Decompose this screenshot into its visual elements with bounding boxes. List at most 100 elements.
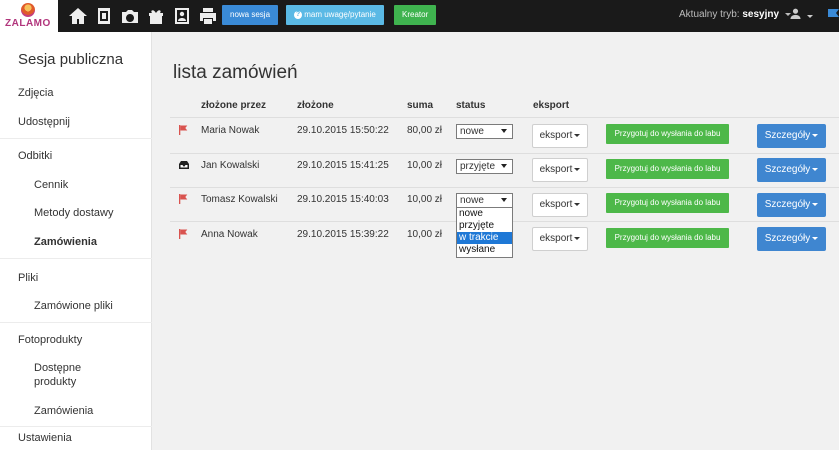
mode-value: sesyjny — [742, 9, 780, 20]
chevron-down-icon — [574, 167, 581, 171]
order-date: 29.10.2015 15:39:22 — [297, 229, 389, 240]
column-header-status: status — [456, 100, 486, 111]
column-header-sum: suma — [407, 100, 434, 111]
chevron-down-icon — [574, 202, 581, 206]
table-row-divider — [170, 153, 839, 154]
sidebar-divider — [0, 322, 152, 323]
sidebar-item-delivery-methods[interactable]: Metody dostawy — [34, 207, 113, 219]
details-button-label: Szczegóły — [764, 164, 811, 175]
export-button[interactable]: eksport — [532, 193, 588, 217]
chevron-down-icon — [501, 129, 507, 133]
order-customer: Anna Nowak — [201, 229, 258, 240]
album-icon[interactable] — [94, 6, 114, 26]
creator-button[interactable]: Kreator — [394, 5, 437, 25]
chevron-down-icon — [806, 14, 813, 18]
page-title: lista zamówień — [173, 62, 298, 83]
status-option-new[interactable]: nowe — [457, 208, 512, 220]
export-button[interactable]: eksport — [532, 124, 588, 148]
sidebar-item-orders[interactable]: Zamówienia — [34, 236, 97, 248]
user-menu[interactable] — [790, 8, 813, 22]
sidebar: Sesja publiczna Zdjęcia Udostępnij Odbit… — [0, 32, 152, 450]
chevron-down-icon — [574, 133, 581, 137]
question-button-label: mam uwagę/pytanie — [304, 10, 376, 19]
details-button-label: Szczegóły — [764, 130, 811, 141]
chevron-down-icon — [812, 202, 819, 206]
status-select[interactable]: przyjęte — [456, 159, 513, 174]
export-button-label: eksport — [539, 233, 573, 244]
column-header-export: eksport — [533, 100, 570, 111]
status-select-value: przyjęte — [460, 161, 496, 172]
sidebar-divider — [0, 138, 152, 139]
chevron-down-icon — [812, 133, 819, 137]
status-select[interactable]: nowe — [456, 124, 513, 139]
sidebar-item-available-products[interactable]: Dostępne — [34, 362, 81, 374]
sidebar-item-available-products-line2[interactable]: produkty — [34, 376, 76, 388]
order-sum: 10,00 zł — [407, 229, 443, 240]
top-navbar: ZALAMO nowa sesja ? mam uwagę/pytanie Kr… — [0, 0, 839, 32]
print-icon[interactable] — [198, 6, 218, 26]
new-session-button[interactable]: nowa sesja — [222, 5, 279, 25]
sidebar-item-share[interactable]: Udostępnij — [18, 116, 70, 128]
details-button[interactable]: Szczegóły — [757, 158, 826, 182]
sidebar-divider — [0, 426, 152, 427]
flag-icon — [178, 228, 190, 240]
order-date: 29.10.2015 15:40:03 — [297, 194, 389, 205]
sidebar-item-product-orders[interactable]: Zamówienia — [34, 405, 93, 417]
user-icon — [790, 8, 801, 19]
mode-label: Aktualny tryb: — [679, 9, 740, 20]
prepare-for-lab-button[interactable]: Przygotuj do wysłania do labu — [606, 124, 729, 144]
sidebar-item-settings[interactable]: Ustawienia — [18, 432, 72, 444]
status-dropdown-list: nowe przyjęte w trakcie wysłane — [456, 207, 513, 258]
chevron-down-icon — [574, 236, 581, 240]
prepare-for-lab-button[interactable]: Przygotuj do wysłania do labu — [606, 228, 729, 248]
sidebar-item-prints[interactable]: Odbitki — [18, 150, 52, 162]
logo-text: ZALAMO — [5, 18, 51, 29]
prepare-for-lab-button[interactable]: Przygotuj do wysłania do labu — [606, 159, 729, 179]
details-button[interactable]: Szczegóły — [757, 124, 826, 148]
flag-icon — [178, 193, 190, 205]
portrait-icon[interactable] — [172, 6, 192, 26]
export-button[interactable]: eksport — [532, 158, 588, 182]
table-header-divider — [170, 117, 839, 118]
chevron-down-icon — [812, 236, 819, 240]
zalamo-logo[interactable]: ZALAMO — [0, 0, 58, 32]
export-button-label: eksport — [539, 164, 573, 175]
export-button-label: eksport — [539, 199, 573, 210]
sidebar-item-ordered-files[interactable]: Zamówione pliki — [34, 300, 113, 312]
status-option-in-progress[interactable]: w trakcie — [457, 232, 512, 244]
inbox-icon — [178, 159, 190, 171]
column-header-placed-by: złożone przez — [201, 100, 267, 111]
order-customer: Maria Nowak — [201, 125, 260, 136]
chevron-down-icon — [501, 164, 507, 168]
mode-switcher[interactable]: Aktualny tryb: sesyjny — [679, 9, 791, 20]
sidebar-item-photo-products[interactable]: Fotoprodukty — [18, 334, 82, 346]
chevron-down-icon — [812, 167, 819, 171]
column-header-placed: złożone — [297, 100, 334, 111]
camera-icon[interactable] — [120, 6, 140, 26]
order-sum: 10,00 zł — [407, 194, 443, 205]
status-select-open[interactable]: nowe — [456, 193, 513, 208]
export-button[interactable]: eksport — [532, 227, 588, 251]
order-date: 29.10.2015 15:50:22 — [297, 125, 389, 136]
status-option-accepted[interactable]: przyjęte — [457, 220, 512, 232]
sidebar-title: Sesja publiczna — [18, 51, 124, 68]
status-option-sent[interactable]: wysłane — [457, 244, 512, 256]
sidebar-item-price-list[interactable]: Cennik — [34, 179, 68, 191]
question-icon: ? — [294, 10, 302, 19]
details-button-label: Szczegóły — [764, 233, 811, 244]
order-sum: 10,00 zł — [407, 160, 443, 171]
order-sum: 80,00 zł — [407, 125, 443, 136]
details-button[interactable]: Szczegóły — [757, 193, 826, 217]
sidebar-item-photos[interactable]: Zdjęcia — [18, 87, 53, 99]
order-customer: Tomasz Kowalski — [201, 194, 278, 205]
status-select-value: nowe — [460, 126, 484, 137]
export-button-label: eksport — [539, 130, 573, 141]
notification-flag-icon[interactable] — [826, 9, 839, 19]
prepare-for-lab-button[interactable]: Przygotuj do wysłania do labu — [606, 193, 729, 213]
gift-icon[interactable] — [146, 6, 166, 26]
status-select-value: nowe — [460, 195, 484, 206]
question-button[interactable]: ? mam uwagę/pytanie — [286, 5, 384, 25]
sidebar-item-files[interactable]: Pliki — [18, 272, 38, 284]
home-icon[interactable] — [68, 6, 88, 26]
details-button[interactable]: Szczegóły — [757, 227, 826, 251]
